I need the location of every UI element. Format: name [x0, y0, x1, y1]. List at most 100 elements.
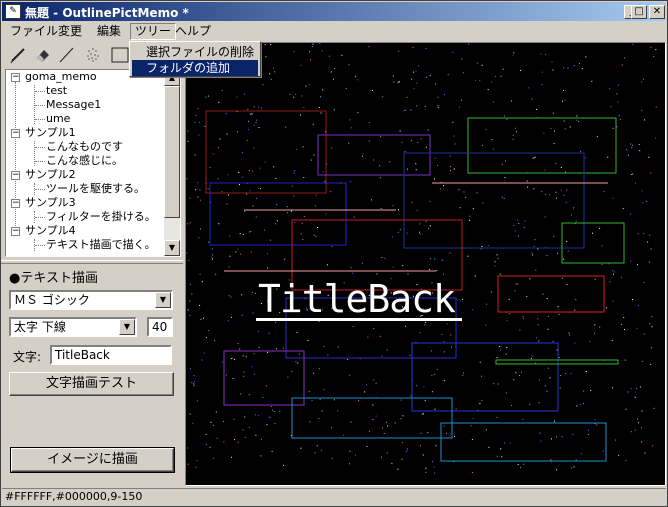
noise-dot	[521, 372, 522, 374]
noise-dot	[539, 432, 541, 434]
chevron-down-icon[interactable]: ▼	[155, 292, 171, 308]
menu-help[interactable]: ヘルプ	[171, 23, 215, 40]
noise-dot	[543, 132, 545, 134]
line-icon[interactable]	[56, 44, 78, 66]
noise-dot	[406, 96, 408, 98]
tree-item-ume[interactable]: ume	[46, 112, 70, 126]
noise-dot	[522, 418, 524, 420]
noise-dot	[216, 437, 218, 439]
tree-item-sample4[interactable]: サンプル4	[25, 224, 76, 238]
noise-dot	[397, 81, 399, 83]
scroll-thumb[interactable]	[164, 86, 180, 218]
noise-dot	[400, 418, 402, 420]
noise-dot	[435, 83, 436, 85]
menu-edit[interactable]: 編集	[93, 23, 125, 40]
noise-dot	[481, 246, 483, 247]
noise-dot	[198, 134, 200, 136]
noise-dot	[343, 434, 345, 436]
menu-tree[interactable]: ツリー	[130, 23, 177, 40]
pencil-icon[interactable]	[8, 44, 30, 66]
scroll-down-icon[interactable]: ▼	[164, 240, 180, 256]
noise-dot	[295, 361, 297, 363]
title-bar[interactable]: ✎ 無題 - OutlinePictMemo * _ □ ✕	[2, 2, 666, 21]
noise-dot	[310, 159, 312, 161]
tree-item-sample1[interactable]: サンプル1	[25, 126, 76, 140]
text-input[interactable]: TitleBack	[50, 345, 172, 365]
tree-item-goma-memo[interactable]: goma_memo	[25, 70, 97, 84]
noise-dot	[545, 54, 546, 55]
noise-dot	[273, 166, 275, 168]
noise-dot	[349, 450, 351, 452]
close-icon[interactable]: ✕	[649, 5, 665, 19]
expander-icon[interactable]: −	[11, 129, 20, 138]
noise-dot	[362, 153, 364, 155]
noise-dot	[641, 441, 643, 443]
text-draw-test-button[interactable]: 文字描画テスト	[9, 372, 174, 396]
noise-dot	[644, 119, 646, 121]
noise-dot	[546, 298, 548, 300]
noise-dot	[532, 157, 534, 159]
noise-dot	[517, 235, 519, 237]
chevron-down-icon[interactable]: ▼	[119, 319, 135, 335]
rectangle-icon[interactable]	[108, 44, 130, 66]
noise-dot	[520, 70, 522, 71]
tree-item-sample2[interactable]: サンプル2	[25, 168, 76, 182]
maximize-icon[interactable]: □	[631, 5, 647, 19]
menu-change[interactable]: 変更	[54, 23, 86, 40]
noise-dot	[258, 415, 259, 417]
noise-dot	[248, 394, 250, 396]
noise-dot	[186, 252, 188, 254]
noise-dot	[358, 400, 360, 401]
tree-item-sample4-child[interactable]: テキスト描画で描く。	[46, 238, 156, 252]
drawing-canvas[interactable]: TitleBack	[185, 42, 666, 486]
noise-dot	[187, 447, 189, 449]
noise-dot	[300, 64, 302, 66]
noise-dot	[503, 198, 505, 199]
file-tree[interactable]: − goma_memo test Message1 ume − サンプル1 こん…	[5, 69, 181, 257]
noise-dot	[317, 227, 319, 228]
expander-icon[interactable]: −	[11, 227, 20, 236]
expander-icon[interactable]: −	[11, 199, 20, 208]
spray-icon[interactable]	[82, 44, 104, 66]
noise-dot	[311, 400, 313, 402]
noise-dot	[249, 231, 251, 233]
noise-dot	[594, 324, 596, 326]
font-size-field[interactable]: 40	[147, 317, 173, 337]
noise-dot	[500, 75, 502, 77]
style-select[interactable]: 太字 下線 ▼	[9, 317, 137, 337]
noise-dot	[212, 457, 214, 459]
tree-item-sample2-child[interactable]: ツールを駆使する。	[46, 182, 145, 196]
tree-scrollbar[interactable]: ▲ ▼	[164, 70, 180, 256]
panel-splitter[interactable]	[1, 260, 183, 264]
noise-dot	[189, 197, 191, 199]
menu-item-delete-file[interactable]: 選択ファイルの削除	[132, 44, 258, 60]
noise-dot	[517, 464, 519, 465]
noise-dot	[648, 156, 650, 158]
noise-dot	[576, 115, 578, 117]
tree-item-sample3[interactable]: サンプル3	[25, 196, 76, 210]
noise-dot	[508, 313, 510, 315]
cyan-rectangle	[440, 422, 607, 462]
tree-item-sample1-child2[interactable]: こんな感じに。	[46, 154, 123, 168]
noise-dot	[381, 257, 383, 258]
noise-dot	[569, 126, 571, 128]
tree-item-sample1-child1[interactable]: こんなものです	[46, 140, 123, 154]
noise-dot	[532, 254, 534, 256]
noise-dot	[221, 90, 223, 92]
noise-dot	[491, 81, 493, 83]
eraser-icon[interactable]	[32, 44, 54, 66]
noise-dot	[320, 112, 322, 114]
tree-item-sample3-child[interactable]: フィルターを掛ける。	[46, 210, 156, 224]
noise-dot	[581, 68, 583, 70]
expander-icon[interactable]: −	[11, 73, 20, 82]
noise-dot	[331, 427, 332, 429]
app-icon[interactable]: ✎	[5, 4, 21, 19]
tree-item-message1[interactable]: Message1	[46, 98, 101, 112]
noise-dot	[239, 348, 241, 350]
noise-dot	[255, 197, 257, 199]
expander-icon[interactable]: −	[11, 171, 20, 180]
draw-to-image-button[interactable]: イメージに描画	[10, 447, 175, 473]
tree-item-test[interactable]: test	[46, 84, 67, 98]
menu-item-add-folder[interactable]: フォルダの追加	[132, 60, 258, 76]
font-select[interactable]: ＭＳ ゴシック ▼	[9, 290, 173, 310]
